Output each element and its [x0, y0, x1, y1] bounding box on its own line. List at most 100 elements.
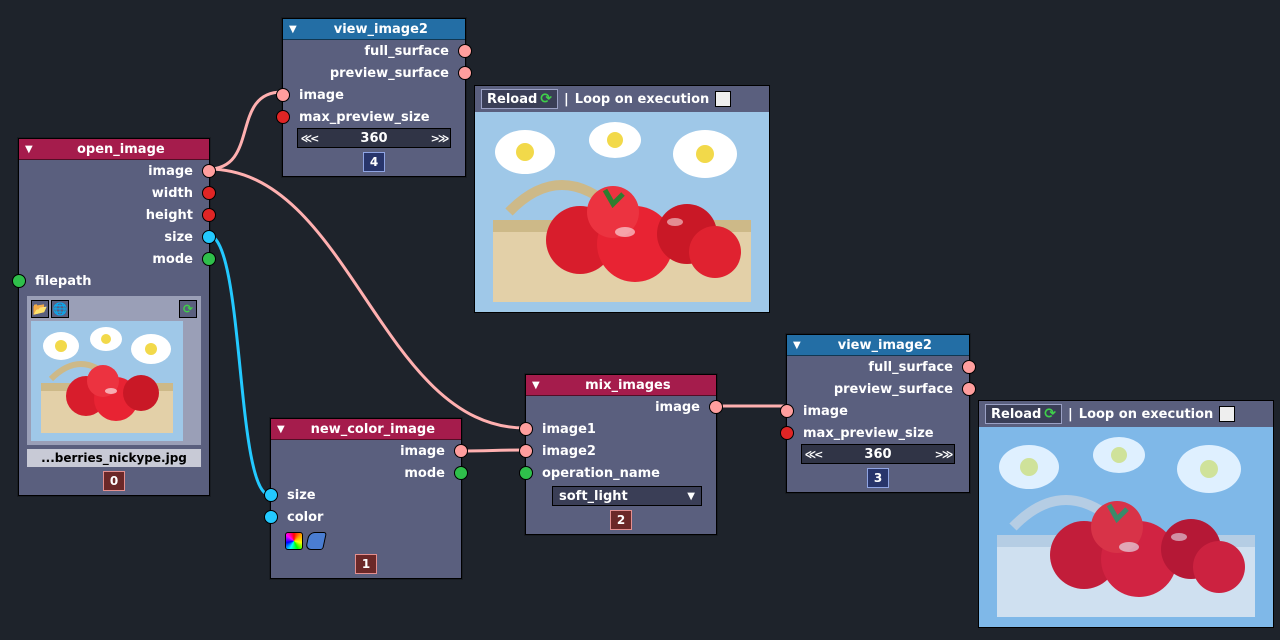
output-port-size[interactable]: [202, 230, 216, 244]
number-stepper[interactable]: ≪<360>≫: [801, 444, 955, 464]
output-port[interactable]: [962, 360, 976, 374]
input-port-image1[interactable]: [519, 422, 533, 436]
loop-checkbox[interactable]: [715, 91, 731, 107]
node-title: view_image2: [303, 22, 459, 37]
operation-dropdown[interactable]: soft_light ▼: [552, 486, 702, 506]
port-label: max_preview_size: [299, 110, 430, 125]
globe-icon[interactable]: 🌐: [51, 300, 69, 318]
input-port-maxsize[interactable]: [276, 110, 290, 124]
node-header[interactable]: ▼ view_image2: [787, 335, 969, 356]
node-view-image2-top[interactable]: ▼ view_image2 full_surface preview_surfac…: [282, 18, 466, 177]
preview-panel-right[interactable]: Reload⟳ | Loop on execution: [978, 400, 1274, 628]
output-port[interactable]: [962, 382, 976, 396]
collapse-icon[interactable]: ▼: [289, 24, 297, 35]
port-label: full_surface: [364, 44, 449, 59]
node-mix-images[interactable]: ▼mix_images image image1 image2 operatio…: [525, 374, 717, 535]
reload-label: Reload: [991, 407, 1041, 422]
color-swatches: [285, 532, 461, 550]
reload-button[interactable]: Reload⟳: [985, 404, 1062, 424]
node-open-image[interactable]: ▼open_image image width height size mode…: [18, 138, 210, 496]
output-port-width[interactable]: [202, 186, 216, 200]
stepper-incr[interactable]: >≫: [428, 132, 450, 145]
collapse-icon[interactable]: ▼: [277, 424, 285, 435]
output-port-mode[interactable]: [202, 252, 216, 266]
output-port-mode[interactable]: [454, 466, 468, 480]
port-label: image: [803, 404, 848, 419]
node-graph-canvas[interactable]: { "nodes": { "open_image": { "title": "o…: [0, 0, 1280, 640]
node-header[interactable]: ▼ open_image: [19, 139, 209, 160]
chevron-down-icon: ▼: [687, 491, 695, 502]
port-label: filepath: [35, 274, 91, 289]
preview-toolbar: Reload⟳ | Loop on execution: [475, 86, 769, 112]
port-label: operation_name: [542, 466, 660, 481]
node-header[interactable]: ▼mix_images: [526, 375, 716, 396]
refresh-icon: ⟳: [1044, 406, 1056, 422]
collapse-icon[interactable]: ▼: [25, 144, 33, 155]
input-port-image[interactable]: [276, 88, 290, 102]
file-preview: 📂 🌐 ⟳: [27, 296, 201, 445]
current-color-swatch[interactable]: [305, 532, 327, 550]
port-label: width: [152, 186, 193, 201]
port-label: image: [299, 88, 344, 103]
thumbnail-image: [31, 321, 183, 441]
reload-label: Reload: [487, 92, 537, 107]
output-port-image[interactable]: [709, 400, 723, 414]
loop-label: Loop on execution: [575, 92, 710, 107]
node-header[interactable]: ▼ new_color_image: [271, 419, 461, 440]
input-port-opname[interactable]: [519, 466, 533, 480]
stepper-incr[interactable]: >≫: [932, 448, 954, 461]
stepper-decr[interactable]: ≪<: [298, 132, 320, 145]
output-port[interactable]: [458, 66, 472, 80]
node-title: open_image: [39, 142, 203, 157]
node-view-image2-right[interactable]: ▼view_image2 full_surface preview_surfac…: [786, 334, 970, 493]
dropdown-value: soft_light: [559, 489, 628, 504]
number-stepper[interactable]: ≪<360>≫: [297, 128, 451, 148]
input-port-image2[interactable]: [519, 444, 533, 458]
port-label: image: [655, 400, 700, 415]
folder-open-icon[interactable]: 📂: [31, 300, 49, 318]
separator: |: [564, 92, 569, 107]
input-port-maxsize[interactable]: [780, 426, 794, 440]
input-port-filepath[interactable]: [12, 274, 26, 288]
node-title: view_image2: [807, 338, 963, 353]
port-label: image: [148, 164, 193, 179]
preview-toolbar: Reload⟳ | Loop on execution: [979, 401, 1273, 427]
collapse-icon[interactable]: ▼: [532, 380, 540, 391]
input-port-color[interactable]: [264, 510, 278, 524]
output-port-image[interactable]: [454, 444, 468, 458]
node-index-badge: 1: [355, 554, 377, 574]
port-label: image: [400, 444, 445, 459]
port-label: preview_surface: [834, 382, 953, 397]
output-port-image[interactable]: [202, 164, 216, 178]
output-port[interactable]: [458, 44, 472, 58]
node-title: new_color_image: [291, 422, 455, 437]
port-label: image2: [542, 444, 596, 459]
output-port-height[interactable]: [202, 208, 216, 222]
node-index-badge: 3: [867, 468, 889, 488]
port-label: preview_surface: [330, 66, 449, 81]
stepper-decr[interactable]: ≪<: [802, 448, 824, 461]
port-label: size: [287, 488, 316, 503]
port-label: mode: [404, 466, 445, 481]
loop-checkbox[interactable]: [1219, 406, 1235, 422]
port-label: color: [287, 510, 323, 525]
stepper-value[interactable]: 360: [320, 131, 428, 146]
refresh-icon: ⟳: [540, 91, 552, 107]
port-label: image1: [542, 422, 596, 437]
preview-image: [979, 427, 1273, 627]
stepper-value[interactable]: 360: [824, 447, 932, 462]
file-name-label: ...berries_nickype.jpg: [27, 449, 201, 467]
node-new-color-image[interactable]: ▼ new_color_image image mode size color 1: [270, 418, 462, 579]
refresh-icon[interactable]: ⟳: [179, 300, 197, 318]
input-port-image[interactable]: [780, 404, 794, 418]
reload-button[interactable]: Reload⟳: [481, 89, 558, 109]
input-port-size[interactable]: [264, 488, 278, 502]
node-index-badge: 4: [363, 152, 385, 172]
preview-image: [475, 112, 769, 312]
node-header[interactable]: ▼ view_image2: [283, 19, 465, 40]
preview-panel-top[interactable]: Reload⟳ | Loop on execution: [474, 85, 770, 313]
color-picker-icon[interactable]: [285, 532, 303, 550]
port-label: mode: [152, 252, 193, 267]
port-label: height: [146, 208, 193, 223]
collapse-icon[interactable]: ▼: [793, 340, 801, 351]
